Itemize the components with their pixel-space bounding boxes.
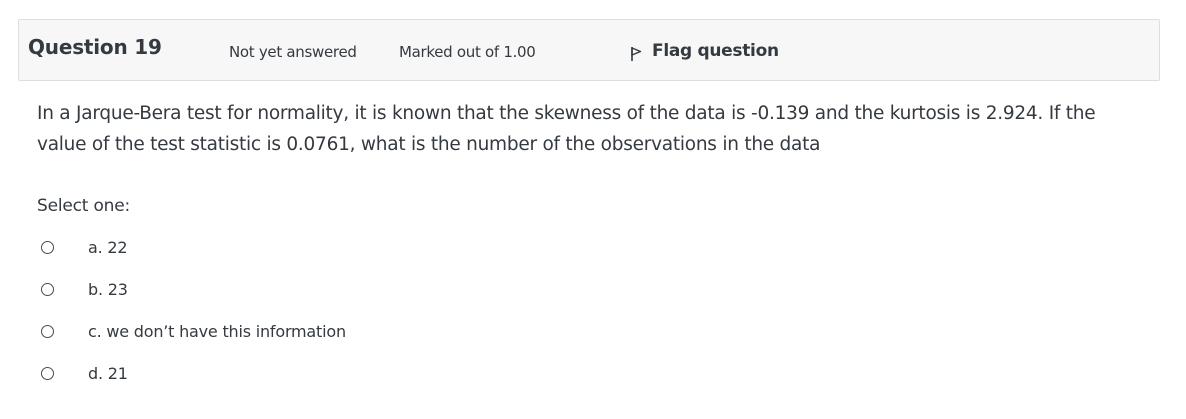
flag-question-button[interactable]: Flag question — [630, 40, 779, 62]
select-one-prompt: Select one: — [37, 196, 131, 216]
answer-option-c[interactable]: c. we don’t have this information — [37, 310, 346, 352]
question-text: In a Jarque-Bera test for normality, it … — [37, 103, 1096, 155]
question-number: Question 19 — [28, 35, 162, 59]
radio-button[interactable] — [41, 282, 54, 296]
question-state: Not yet answered — [229, 43, 357, 61]
flag-icon — [631, 47, 642, 61]
radio-button[interactable] — [41, 324, 54, 338]
answer-option-a[interactable]: a. 22 — [37, 226, 346, 268]
question-info-bar: Question 19 Not yet answered Marked out … — [18, 19, 1160, 81]
answer-option-label[interactable]: b. 23 — [88, 280, 128, 299]
answer-option-label[interactable]: a. 22 — [88, 238, 128, 257]
answer-options: a. 22 b. 23 c. we don’t have this inform… — [37, 226, 346, 394]
answer-option-b[interactable]: b. 23 — [37, 268, 346, 310]
answer-option-d[interactable]: d. 21 — [37, 352, 346, 394]
answer-option-label[interactable]: d. 21 — [88, 364, 128, 383]
flag-question-label: Flag question — [652, 41, 779, 61]
radio-button[interactable] — [41, 240, 54, 254]
question-grade: Marked out of 1.00 — [399, 43, 536, 61]
answer-option-label[interactable]: c. we don’t have this information — [88, 322, 346, 341]
radio-button[interactable] — [41, 366, 54, 380]
